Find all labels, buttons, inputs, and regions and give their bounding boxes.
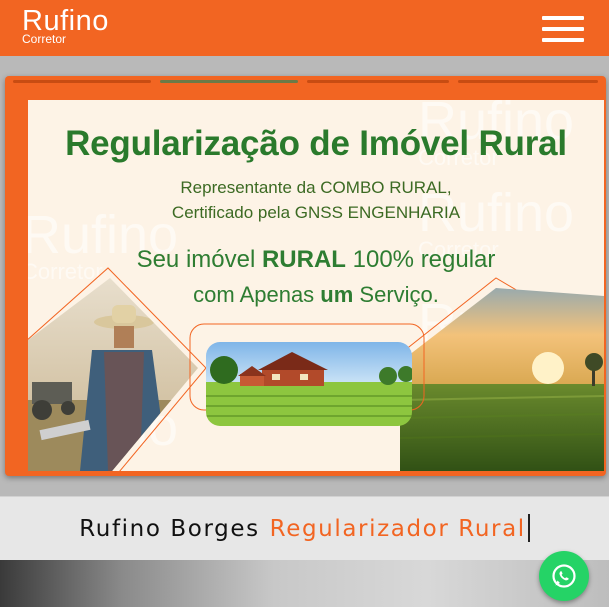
slide-headline-line1: Seu imóvel RURAL 100% regular	[136, 246, 496, 273]
slide-subtitle-line2: Certificado pela GNSS ENGENHARIA	[171, 203, 461, 222]
profile-name: Rufino Borges	[79, 516, 260, 542]
site-header: Rufino Corretor	[0, 0, 609, 56]
bottom-background-image	[0, 560, 609, 607]
whatsapp-icon[interactable]	[539, 551, 589, 601]
typing-caret	[527, 514, 530, 542]
carousel-indicators	[5, 80, 606, 84]
profile-typed-line: Rufino Borges Regularizador Rural	[0, 514, 609, 542]
slide-headline-line2: com Apenas um Serviço.	[193, 282, 439, 307]
hamburger-menu-icon[interactable]	[542, 14, 586, 44]
profile-name-bar: Rufino Borges Regularizador Rural	[0, 496, 609, 560]
slide-title: Regularização de Imóvel Rural	[65, 124, 567, 163]
carousel-slide: Rufino Corretor Rufino Corretor Rufino Corr…	[28, 100, 604, 471]
carousel-indicator-2[interactable]	[160, 80, 298, 83]
carousel-indicator-3[interactable]	[307, 80, 449, 83]
carousel-indicator-1[interactable]	[13, 80, 151, 83]
hero-carousel[interactable]: Rufino Corretor Rufino Corretor Rufino Corr…	[5, 76, 606, 476]
profile-role: Regularizador Rural	[269, 516, 526, 542]
slide-subtitle-line1: Representante da COMBO RURAL,	[180, 178, 452, 197]
carousel-indicator-4[interactable]	[458, 80, 598, 83]
farm-house-photo	[189, 323, 425, 426]
site-logo[interactable]: Rufino Corretor	[22, 6, 109, 45]
